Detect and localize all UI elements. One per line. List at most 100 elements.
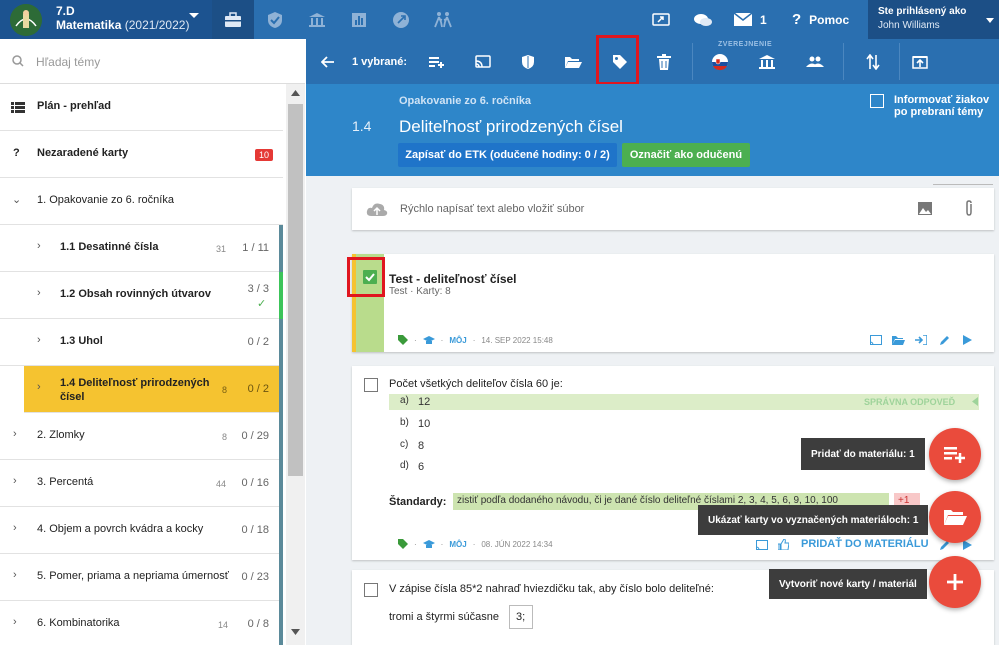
screen-share-icon[interactable]: [652, 0, 670, 39]
folder-open-icon[interactable]: [892, 335, 905, 345]
sidebar-item-topic-1-4[interactable]: › 1.4 Deliteľnosť prirodzených čísel 8 0…: [24, 366, 283, 413]
back-arrow-icon[interactable]: [316, 39, 340, 84]
mail-button[interactable]: 1: [734, 0, 767, 39]
plus-icon: [947, 574, 963, 590]
toolbar-divider: [692, 43, 693, 80]
card-checkbox[interactable]: [364, 583, 378, 597]
sort-arrows-icon[interactable]: [860, 39, 886, 84]
sidebar-item-topic-1-1[interactable]: › 1.1 Desatinné čísla 31 1 / 11: [0, 225, 283, 272]
add-to-material-link[interactable]: PRIDAŤ DO MATERIÁLU: [801, 538, 929, 550]
cast-icon[interactable]: [470, 39, 496, 84]
create-new-fab[interactable]: [929, 556, 981, 608]
user-title: Ste prihlásený ako: [878, 6, 967, 17]
card-checkbox[interactable]: [364, 378, 378, 392]
card-date: 14. SEP 2022 15:48: [481, 335, 553, 345]
sidebar-item-topic-1[interactable]: ⌄ 1. Opakovanie zo 6. ročníka: [0, 178, 283, 225]
add-to-material-fab[interactable]: [929, 428, 981, 480]
cast-icon[interactable]: [870, 335, 882, 345]
show-cards-fab[interactable]: [929, 491, 981, 543]
slovak-flag-icon[interactable]: [707, 39, 733, 84]
export-icon[interactable]: [907, 39, 933, 84]
scroll-up-icon[interactable]: [291, 90, 300, 96]
help-label: Pomoc: [809, 12, 850, 27]
scrollbar-thumb[interactable]: [288, 104, 303, 476]
rocket-icon[interactable]: [380, 0, 422, 39]
mail-icon: [734, 13, 752, 26]
topic-progress: 0 / 2: [247, 383, 269, 395]
chevron-right-icon: ›: [37, 287, 41, 299]
bank-icon[interactable]: [296, 0, 338, 39]
question-icon: ?: [13, 147, 20, 159]
sidebar-item-topic-5[interactable]: › 5. Pomer, priama a nepriama úmernosť 0…: [0, 554, 283, 601]
topic-label: 1.4 Deliteľnosť prirodzených čísel: [60, 377, 210, 403]
quick-write-box[interactable]: Rýchlo napísať text alebo vložiť súbor: [352, 188, 994, 230]
group-icon[interactable]: [802, 39, 828, 84]
image-icon[interactable]: [918, 202, 932, 215]
chevron-right-icon: ›: [37, 240, 41, 252]
add-to-list-icon[interactable]: [424, 39, 450, 84]
topic-label: 1. Opakovanie zo 6. ročníka: [37, 194, 174, 206]
sidebar-item-topic-1-3[interactable]: › 1.3 Uhol 0 / 2: [0, 319, 283, 366]
sidebar-scrollbar[interactable]: [286, 84, 305, 645]
quick-write-input[interactable]: Rýchlo napísať text alebo vložiť súbor: [400, 203, 584, 215]
chevron-down-icon: [986, 18, 994, 23]
answer-text: 12: [418, 396, 431, 408]
sidebar-item-plan[interactable]: Plán - prehľad: [0, 84, 283, 131]
graduation-cap-icon: [422, 539, 435, 548]
progress-bar: [279, 554, 283, 601]
cast-icon[interactable]: [756, 540, 768, 550]
chat-icon[interactable]: [693, 0, 713, 39]
bar-chart-icon[interactable]: [338, 0, 380, 39]
topic-search[interactable]: Hľadaj témy: [0, 39, 305, 84]
play-icon[interactable]: [963, 335, 972, 345]
topic-progress: 0 / 18: [241, 524, 269, 536]
sidebar-item-topic-2[interactable]: › 2. Zlomky 8 0 / 29: [0, 413, 283, 460]
class-name: 7.D: [56, 4, 75, 18]
answer-letter: a): [400, 395, 409, 406]
help-button[interactable]: ? Pomoc: [792, 0, 849, 39]
pencil-icon[interactable]: [939, 335, 950, 346]
graduation-cap-icon: [422, 335, 435, 344]
playlist-add-icon: [944, 447, 965, 463]
inform-checkbox[interactable]: [870, 94, 884, 108]
parent-topic: Opakovanie zo 6. ročníka: [399, 95, 532, 107]
user-menu[interactable]: Ste prihlásený ako John Williams: [868, 0, 999, 39]
trash-icon[interactable]: [651, 39, 677, 84]
class-selector[interactable]: 7.D Matematika (2021/2022): [0, 0, 212, 39]
institution-icon[interactable]: [754, 39, 780, 84]
topic-progress: 0 / 23: [241, 571, 269, 583]
inform-label: Informovať žiakov po prebraní témy: [894, 94, 990, 118]
shield-icon[interactable]: [515, 39, 541, 84]
paperclip-icon[interactable]: [964, 200, 974, 216]
chevron-down-icon: [188, 12, 200, 20]
sidebar-item-topic-4[interactable]: › 4. Objem a povrch kvádra a kocky 0 / 1…: [0, 507, 283, 554]
caret-left-icon: [972, 397, 978, 406]
sign-in-icon[interactable]: [915, 335, 927, 345]
mark-taught-button[interactable]: Označiť ako odučenú: [622, 143, 750, 167]
sidebar-item-topic-3[interactable]: › 3. Percentá 44 0 / 16: [0, 460, 283, 507]
unassigned-label: Nezaradené karty: [37, 147, 129, 159]
selection-toolbar: 1 vybrané: ZVEREJNENIE: [306, 39, 999, 84]
walking-people-icon[interactable]: [422, 0, 464, 39]
show-cards-tooltip: Ukázať karty vo vyznačených materiáloch:…: [698, 505, 929, 535]
card-date: 08. JÚN 2022 14:34: [481, 539, 553, 549]
answer-input[interactable]: 3;: [509, 605, 533, 629]
highlight-box: [596, 35, 639, 85]
material-card[interactable]: Test - deliteľnosť čísel Test · Karty: 8…: [352, 254, 994, 352]
page-title: Deliteľnosť prirodzených čísel: [399, 117, 623, 136]
list-icon: [11, 102, 25, 113]
etk-button[interactable]: Zapísať do ETK (odučené hodiny: 0 / 2): [398, 143, 617, 167]
sidebar-item-unassigned[interactable]: ? Nezaradené karty 10: [0, 131, 283, 178]
folder-open-icon: [944, 510, 967, 525]
play-icon[interactable]: [963, 540, 972, 550]
thumbs-up-icon[interactable]: [778, 539, 789, 550]
folder-open-icon[interactable]: [560, 39, 586, 84]
sidebar-item-topic-1-2[interactable]: › 1.2 Obsah rovinných útvarov 3 / 3 ✓: [0, 272, 283, 319]
sidebar-item-topic-6[interactable]: › 6. Kombinatorika 14 0 / 8: [0, 601, 283, 645]
check-icon: ✓: [257, 298, 267, 310]
search-input[interactable]: Hľadaj témy: [36, 55, 100, 69]
briefcase-icon[interactable]: [212, 0, 254, 39]
shield-check-icon[interactable]: [254, 0, 296, 39]
topic-label: 2. Zlomky: [37, 429, 85, 441]
scroll-down-icon[interactable]: [291, 629, 300, 635]
